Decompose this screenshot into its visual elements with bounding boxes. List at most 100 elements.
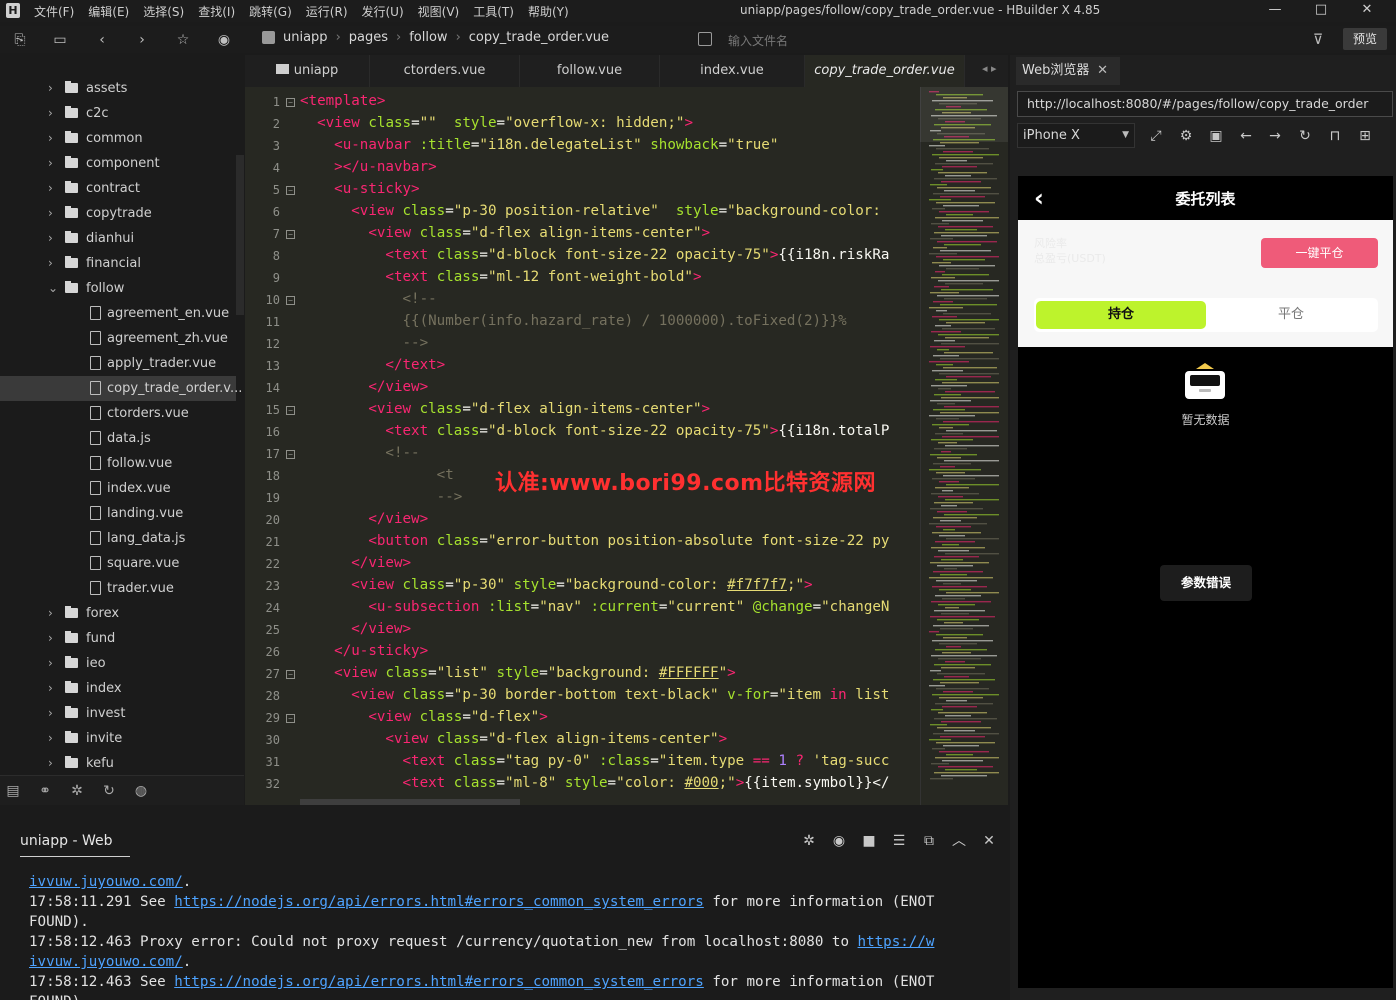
chevron-right-icon[interactable]: › <box>48 701 53 726</box>
breadcrumb-item[interactable]: pages <box>349 30 388 45</box>
breadcrumb-item[interactable]: follow <box>409 30 447 45</box>
tree-folder[interactable]: › index <box>0 676 236 701</box>
tab-scroll-arrows-icon[interactable]: ◂ ▸ <box>982 62 997 75</box>
device-select[interactable]: iPhone X ▼ <box>1017 123 1135 148</box>
tree-folder[interactable]: › ieo <box>0 651 236 676</box>
console-link[interactable]: ivvuw.juyouwo.com/ <box>29 954 183 970</box>
menu-item[interactable]: 查找(I) <box>198 3 235 20</box>
chevron-right-icon[interactable]: › <box>48 226 53 251</box>
tab-closed[interactable]: 平仓 <box>1206 301 1376 329</box>
fold-toggle-icon[interactable]: − <box>286 670 295 679</box>
url-input[interactable]: http://localhost:8080/#/pages/follow/cop… <box>1017 91 1393 117</box>
lock-icon[interactable]: ⊓ <box>1326 127 1344 145</box>
menu-item[interactable]: 发行(U) <box>362 3 404 20</box>
back-arrow-icon[interactable]: ‹ <box>1034 186 1044 210</box>
new-file-icon[interactable]: ⎘ <box>10 30 30 50</box>
chevron-right-icon[interactable]: › <box>48 101 53 126</box>
menu-item[interactable]: 运行(R) <box>306 3 348 20</box>
chevron-right-icon[interactable]: › <box>48 176 53 201</box>
code-editor[interactable]: 1− <template> 2 <view class="" style="over… <box>245 87 920 805</box>
tree-folder[interactable]: › contract <box>0 176 236 201</box>
tree-file[interactable]: follow.vue <box>0 451 236 476</box>
rotate-device-icon[interactable]: ⤢ <box>1147 127 1165 145</box>
minimap[interactable] <box>920 87 1008 805</box>
tree-folder[interactable]: › component <box>0 151 236 176</box>
chevron-right-icon[interactable]: › <box>48 126 53 151</box>
tree-file[interactable]: trader.vue <box>0 576 236 601</box>
fold-toggle-icon[interactable]: − <box>286 98 295 107</box>
fold-toggle-icon[interactable]: − <box>286 450 295 459</box>
close-all-button[interactable]: 一键平仓 <box>1261 238 1378 268</box>
chevron-down-icon[interactable]: ⌄ <box>48 276 58 301</box>
tree-file[interactable]: copy_trade_order.v... <box>0 376 242 401</box>
web-browser-tab[interactable]: Web浏览器 ✕ <box>1016 57 1120 85</box>
clear-console-icon[interactable]: ☰ <box>890 832 908 850</box>
tree-file[interactable]: data.js <box>0 426 236 451</box>
editor-h-scrollbar[interactable] <box>300 799 520 805</box>
binoculars-icon[interactable]: ⚭ <box>36 782 54 800</box>
chevron-right-icon[interactable]: › <box>48 751 53 775</box>
restart-icon[interactable]: ◉ <box>830 832 848 850</box>
close-panel-icon[interactable]: ✕ <box>980 832 998 850</box>
chevron-right-icon[interactable]: › <box>48 251 53 276</box>
tab-ctorders[interactable]: ctorders.vue <box>370 55 520 87</box>
console-icon[interactable]: ▣ <box>1207 127 1225 145</box>
chevron-right-icon[interactable]: › <box>48 726 53 751</box>
tab-hold[interactable]: 持仓 <box>1036 301 1206 329</box>
minimize-icon[interactable]: — <box>1252 0 1298 20</box>
breadcrumb-item[interactable]: copy_trade_order.vue <box>469 30 609 45</box>
back-icon[interactable]: ‹ <box>92 30 112 50</box>
bookmark-star-icon[interactable]: ☆ <box>173 30 193 50</box>
tree-folder[interactable]: › common <box>0 126 236 151</box>
menu-item[interactable]: 帮助(Y) <box>528 3 569 20</box>
tree-folder[interactable]: › forex <box>0 601 236 626</box>
chevron-right-icon[interactable]: › <box>48 626 53 651</box>
chevron-right-icon[interactable]: › <box>48 651 53 676</box>
menu-item[interactable]: 工具(T) <box>473 3 514 20</box>
tree-file[interactable]: index.vue <box>0 476 236 501</box>
maximize-icon[interactable]: □ <box>1298 0 1344 20</box>
collapse-panel-icon[interactable]: ︿ <box>950 832 968 850</box>
chevron-right-icon[interactable]: › <box>48 676 53 701</box>
preview-button[interactable]: 预览 <box>1343 28 1387 50</box>
forward-icon[interactable]: › <box>132 30 152 50</box>
tree-folder[interactable]: ⌄ follow <box>0 276 236 301</box>
tab-uniapp[interactable]: uniapp <box>245 55 370 87</box>
bug-icon[interactable]: ✲ <box>68 782 86 800</box>
tab-index[interactable]: index.vue <box>660 55 805 87</box>
breadcrumb-item[interactable]: uniapp <box>283 30 328 45</box>
tree-file[interactable]: apply_trader.vue <box>0 351 236 376</box>
tree-folder[interactable]: › c2c <box>0 101 236 126</box>
console-link[interactable]: https://nodejs.org/api/errors.html#error… <box>174 894 704 910</box>
grid-icon[interactable]: ⊞ <box>1356 127 1374 145</box>
tree-file[interactable]: agreement_zh.vue <box>0 326 236 351</box>
fold-toggle-icon[interactable]: − <box>286 296 295 305</box>
tree-folder[interactable]: › kefu <box>0 751 236 775</box>
chevron-right-icon[interactable]: › <box>48 201 53 226</box>
tree-file[interactable]: lang_data.js <box>0 526 236 551</box>
menu-item[interactable]: 选择(S) <box>143 3 184 20</box>
tree-folder[interactable]: › fund <box>0 626 236 651</box>
console-link[interactable]: ivvuw.juyouwo.com/ <box>29 874 183 890</box>
file-search-input[interactable]: 输入文件名 <box>698 31 1258 49</box>
console-tab[interactable]: uniapp - Web <box>20 825 130 857</box>
chevron-right-icon[interactable]: › <box>48 601 53 626</box>
menu-item[interactable]: 跳转(G) <box>249 3 292 20</box>
tree-folder[interactable]: › copytrade <box>0 201 236 226</box>
forward-icon[interactable]: → <box>1266 127 1284 145</box>
run-icon[interactable]: ◉ <box>214 30 234 50</box>
menu-item[interactable]: 编辑(E) <box>88 3 129 20</box>
menu-item[interactable]: 文件(F) <box>34 3 74 20</box>
project-icon[interactable]: ▤ <box>4 782 22 800</box>
minimap-viewport[interactable] <box>920 87 1008 142</box>
fold-toggle-icon[interactable]: − <box>286 714 295 723</box>
tree-folder[interactable]: › dianhui <box>0 226 236 251</box>
close-icon[interactable]: ✕ <box>1097 57 1108 85</box>
sidebar-scrollbar[interactable] <box>236 155 244 315</box>
chevron-right-icon[interactable]: › <box>48 151 53 176</box>
tree-folder[interactable]: › assets <box>0 76 236 101</box>
fold-toggle-icon[interactable]: − <box>286 230 295 239</box>
filter-icon[interactable]: ⊽ <box>1308 30 1328 50</box>
tree-folder[interactable]: › financial <box>0 251 236 276</box>
tab-follow[interactable]: follow.vue <box>520 55 660 87</box>
